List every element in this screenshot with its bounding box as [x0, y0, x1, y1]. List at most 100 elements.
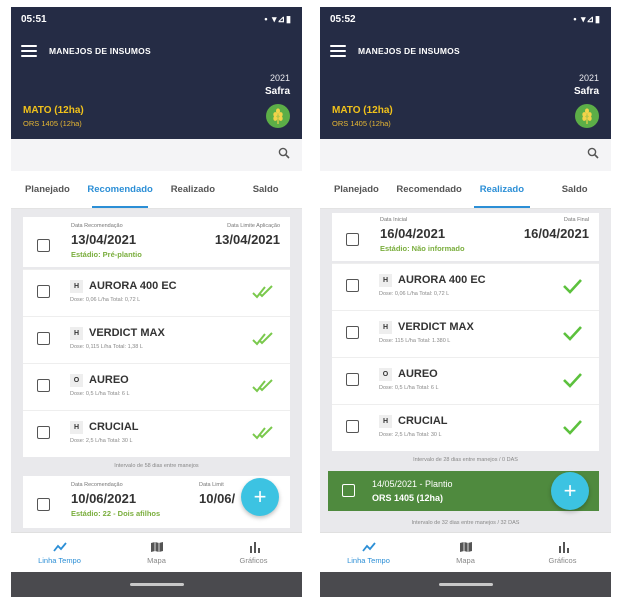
- check-icon: [563, 420, 582, 435]
- product-dose: Dose: 0,06 L/ha Total: 0,72 L: [379, 291, 450, 297]
- status-bar: 05:52 • ▾⊿▮: [320, 7, 611, 31]
- product-dose: Dose: 115 L/ha Total: 1.380 L: [379, 338, 451, 344]
- home-handle[interactable]: [129, 583, 184, 586]
- season-label: Safra: [264, 86, 290, 97]
- product-checkbox[interactable]: [37, 379, 50, 392]
- tab-planejado[interactable]: Planejado: [11, 171, 84, 208]
- product-class-badge: H: [70, 280, 83, 293]
- nav-linha-tempo[interactable]: Linha Tempo: [320, 533, 417, 572]
- product-name: AUREO: [398, 368, 438, 380]
- tab-bar: Planejado Recomendado Realizado Saldo: [320, 171, 611, 209]
- product-row[interactable]: H AURORA 400 EC Dose: 0,06 L/ha Total: 0…: [23, 269, 290, 312]
- tab-planejado[interactable]: Planejado: [320, 171, 393, 208]
- wheat-icon[interactable]: [575, 104, 599, 128]
- product-checkbox[interactable]: [346, 420, 359, 433]
- stadium-label: Estádio: Pré-plantio: [71, 250, 142, 259]
- nav-label: Linha Tempo: [38, 555, 81, 565]
- product-checkbox[interactable]: [37, 426, 50, 439]
- header-checkbox[interactable]: [37, 498, 50, 511]
- nav-label: Mapa: [147, 555, 166, 565]
- product-checkbox[interactable]: [346, 279, 359, 292]
- nav-label: Linha Tempo: [347, 555, 390, 565]
- product-dose: Dose: 0,5 L/ha Total: 6 L: [379, 385, 439, 391]
- product-checkbox[interactable]: [37, 285, 50, 298]
- check-icon: [563, 373, 582, 388]
- product-class-badge: O: [379, 368, 392, 381]
- add-button[interactable]: +: [241, 478, 279, 516]
- search-bar[interactable]: [11, 139, 302, 171]
- timeline-list: Data Inicial 16/04/2021 Data Final 16/04…: [320, 209, 611, 543]
- product-row[interactable]: H VERDICT MAX Dose: 115 L/ha Total: 1.38…: [332, 310, 599, 353]
- product-class-badge: H: [70, 421, 83, 434]
- header-checkbox[interactable]: [37, 239, 50, 252]
- wheat-icon[interactable]: [266, 104, 290, 128]
- field-name[interactable]: MATO (12ha): [332, 105, 393, 116]
- date-label-right: Data Limit: [199, 482, 224, 488]
- field-subtitle: ORS 1405 (12ha): [23, 119, 82, 128]
- status-icons: • ▾⊿▮: [573, 13, 601, 24]
- product-checkbox[interactable]: [37, 332, 50, 345]
- product-row[interactable]: H CRUCIAL Dose: 2,5 L/ha Total: 30 L: [23, 410, 290, 453]
- application-header-card[interactable]: Data Inicial 16/04/2021 Data Final 16/04…: [332, 213, 599, 261]
- product-dose: Dose: 0,5 L/ha Total: 6 L: [70, 391, 130, 397]
- field-name[interactable]: MATO (12ha): [23, 105, 84, 116]
- nav-graficos[interactable]: Gráficos: [205, 533, 302, 572]
- search-icon[interactable]: [278, 147, 290, 159]
- nav-label: Gráficos: [548, 555, 577, 565]
- tab-realizado[interactable]: Realizado: [157, 171, 230, 208]
- app-bar: MANEJOS DE INSUMOS 2021 Safra MATO (12ha…: [320, 31, 611, 139]
- product-name: CRUCIAL: [398, 415, 448, 427]
- bottom-navigation: Linha Tempo Mapa Gráficos: [320, 532, 611, 572]
- tab-saldo[interactable]: Saldo: [229, 171, 302, 208]
- product-class-badge: H: [70, 327, 83, 340]
- season-label: Safra: [573, 86, 599, 97]
- product-row[interactable]: H VERDICT MAX Dose: 0,115 L/ha Total: 1,…: [23, 316, 290, 359]
- app-bar: MANEJOS DE INSUMOS 2021 Safra MATO (12ha…: [11, 31, 302, 139]
- product-dose: Dose: 2,5 L/ha Total: 30 L: [379, 432, 442, 438]
- product-class-badge: O: [70, 374, 83, 387]
- home-handle[interactable]: [438, 583, 493, 586]
- stadium-label: Estádio: 22 - Dois afilhos: [71, 509, 161, 518]
- date-label-left: Data Recomendação: [71, 223, 123, 229]
- product-row[interactable]: H AURORA 400 EC Dose: 0,06 L/ha Total: 0…: [332, 263, 599, 306]
- date-label-left: Data Recomendação: [71, 482, 123, 488]
- interval-label: Intervalo de 32 dias entre manejos / 32 …: [411, 520, 520, 526]
- status-icons: • ▾⊿▮: [264, 13, 292, 24]
- menu-icon[interactable]: [21, 45, 37, 57]
- date-label-right: Data Final: [563, 217, 589, 223]
- product-row[interactable]: H CRUCIAL Dose: 2,5 L/ha Total: 30 L: [332, 404, 599, 447]
- tab-recomendado[interactable]: Recomendado: [393, 171, 466, 208]
- nav-linha-tempo[interactable]: Linha Tempo: [11, 533, 108, 572]
- header-checkbox[interactable]: [346, 233, 359, 246]
- system-nav-bar: [320, 572, 611, 597]
- product-name: AUREO: [89, 374, 129, 386]
- status-bar: 05:51 • ▾⊿▮: [11, 7, 302, 31]
- product-checkbox[interactable]: [346, 326, 359, 339]
- nav-mapa[interactable]: Mapa: [417, 533, 514, 572]
- stadium-label: Estádio: Não informado: [380, 244, 465, 253]
- planting-title: 14/05/2021 - Plantio: [372, 479, 453, 489]
- bottom-navigation: Linha Tempo Mapa Gráficos: [11, 532, 302, 572]
- search-icon[interactable]: [587, 147, 599, 159]
- tab-saldo[interactable]: Saldo: [538, 171, 611, 208]
- phone-screen-realizado: 05:52 • ▾⊿▮ MANEJOS DE INSUMOS 2021 Safr…: [320, 7, 611, 597]
- product-row[interactable]: O AUREO Dose: 0,5 L/ha Total: 6 L: [23, 363, 290, 406]
- nav-mapa[interactable]: Mapa: [108, 533, 205, 572]
- planting-checkbox[interactable]: [342, 484, 355, 497]
- application-header-card[interactable]: Data Recomendação 13/04/2021 Data Limite…: [23, 217, 290, 267]
- tab-realizado[interactable]: Realizado: [466, 171, 539, 208]
- product-dose: Dose: 2,5 L/ha Total: 30 L: [70, 438, 133, 444]
- date-right: 13/04/2021: [214, 232, 280, 247]
- product-row[interactable]: O AUREO Dose: 0,5 L/ha Total: 6 L: [332, 357, 599, 400]
- search-bar[interactable]: [320, 139, 611, 171]
- product-checkbox[interactable]: [346, 373, 359, 386]
- double-check-icon: [252, 285, 273, 299]
- menu-icon[interactable]: [330, 45, 346, 57]
- product-dose: Dose: 0,06 L/ha Total: 0,72 L: [70, 297, 141, 303]
- nav-graficos[interactable]: Gráficos: [514, 533, 611, 572]
- product-class-badge: H: [379, 274, 392, 287]
- tab-recomendado[interactable]: Recomendado: [84, 171, 157, 208]
- add-button[interactable]: +: [551, 472, 589, 510]
- product-list: H AURORA 400 EC Dose: 0,06 L/ha Total: 0…: [23, 269, 290, 457]
- date-left: 10/06/2021: [71, 491, 137, 506]
